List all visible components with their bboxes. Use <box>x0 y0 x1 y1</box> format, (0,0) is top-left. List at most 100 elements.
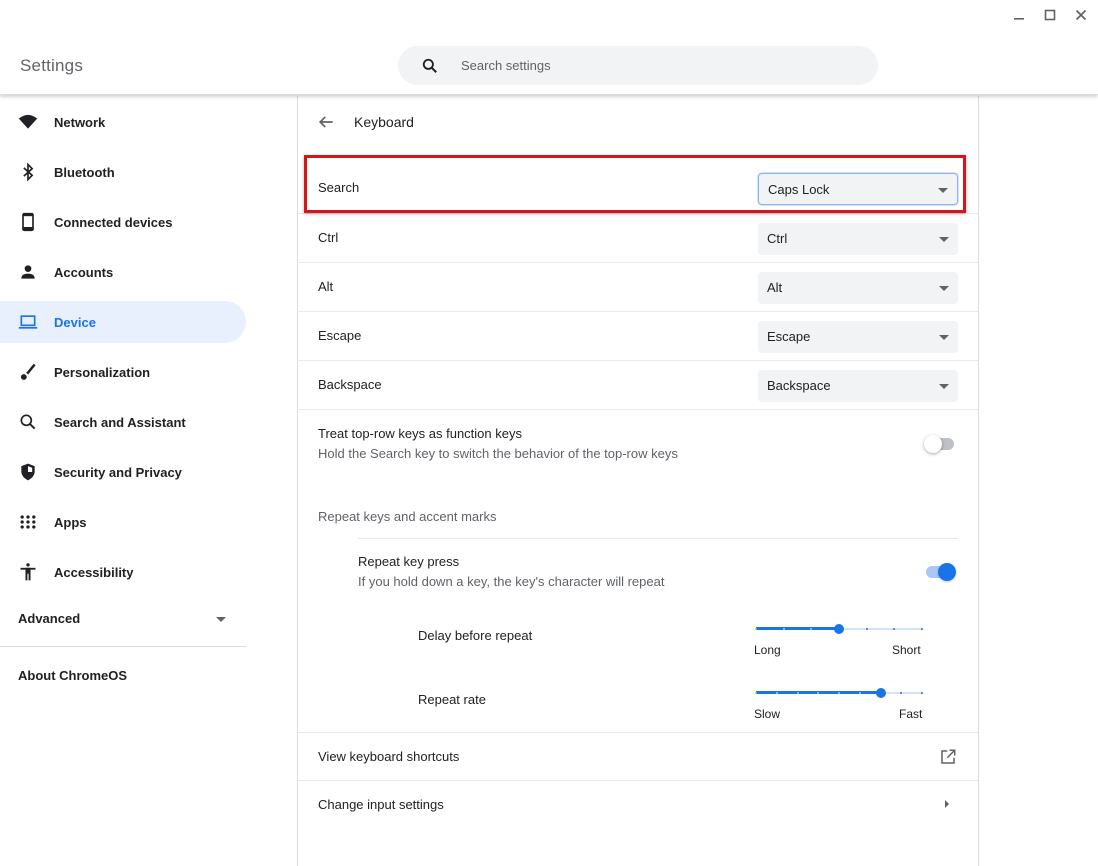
link-label: Change input settings <box>318 797 444 812</box>
sidebar-nav: Network Bluetooth Connected devices Acco… <box>0 96 260 866</box>
sidebar-item-label: Network <box>54 114 106 130</box>
slider-tick <box>838 692 840 694</box>
sidebar-item-label: Accessibility <box>54 564 134 580</box>
key-mapping-row-ctrl: Ctrl Ctrl <box>298 213 978 262</box>
close-button[interactable] <box>1067 4 1095 26</box>
slider-thumb[interactable] <box>875 688 886 698</box>
sidebar-item-accounts[interactable]: Accounts <box>0 251 246 293</box>
key-mapping-row-escape: Escape Escape <box>298 311 978 360</box>
apps-grid-icon <box>20 515 36 529</box>
slider-max-label: Short <box>892 643 921 657</box>
repeat-key-press-toggle[interactable] <box>924 562 956 582</box>
rate-slider-label: Repeat rate <box>418 692 486 707</box>
key-mapping-row-backspace: Backspace Backspace <box>298 360 978 409</box>
sidebar-item-device[interactable]: Device <box>0 301 246 343</box>
sidebar-advanced-toggle[interactable]: Advanced <box>0 601 246 637</box>
dropdown-value: Escape <box>767 329 811 344</box>
toggle-knob <box>938 563 956 581</box>
back-arrow-icon[interactable] <box>316 112 336 132</box>
escape-key-dropdown[interactable]: Escape <box>758 321 958 353</box>
key-mapping-row-search: Search Caps Lock <box>298 164 978 213</box>
slider-min-label: Long <box>754 643 781 657</box>
phone-icon <box>22 212 34 232</box>
maximize-icon <box>1044 9 1056 21</box>
minimize-icon <box>1014 18 1024 20</box>
slider-thumb[interactable] <box>834 624 844 634</box>
shield-icon <box>21 463 35 481</box>
sidebar-item-label: Bluetooth <box>54 164 115 180</box>
chevron-down-icon <box>216 617 226 622</box>
slider-fill <box>756 627 839 630</box>
sidebar-item-accessibility[interactable]: Accessibility <box>0 551 246 593</box>
app-title: Settings <box>20 56 84 75</box>
change-input-settings-link[interactable]: Change input settings <box>298 780 978 828</box>
sidebar-item-label: Personalization <box>54 364 151 380</box>
repeat-rate-slider[interactable] <box>754 686 924 700</box>
keyboard-settings-page: Keyboard Search Caps Lock Ctrl Ctrl Alt … <box>297 96 979 866</box>
key-mapping-label: Search <box>318 180 360 195</box>
ctrl-key-dropdown[interactable]: Ctrl <box>758 223 958 255</box>
slider-tick <box>921 628 923 630</box>
bluetooth-icon <box>23 162 34 182</box>
top-row-function-keys-row: Treat top-row keys as function keys Hold… <box>298 409 978 484</box>
sidebar-item-label: Device <box>54 314 96 330</box>
toggle-knob <box>924 435 942 453</box>
slider-tick <box>858 692 861 694</box>
page-title: Keyboard <box>354 114 414 130</box>
dropdown-arrow-icon <box>939 237 949 242</box>
slider-tick <box>755 692 757 694</box>
sidebar-item-security-and-privacy[interactable]: Security and Privacy <box>0 451 246 493</box>
slider-tick <box>865 628 868 630</box>
top-row-function-keys-toggle[interactable] <box>924 434 956 454</box>
dropdown-arrow-icon <box>938 188 948 193</box>
sidebar-item-bluetooth[interactable]: Bluetooth <box>0 151 246 193</box>
laptop-icon <box>18 315 38 329</box>
sidebar-item-apps[interactable]: Apps <box>0 501 246 543</box>
key-mapping-label: Alt <box>318 279 334 294</box>
sidebar-item-search-and-assistant[interactable]: Search and Assistant <box>0 401 246 443</box>
slider-min-label: Slow <box>754 707 781 721</box>
sidebar-item-label: Apps <box>54 514 87 530</box>
delay-slider-label: Delay before repeat <box>418 628 533 643</box>
view-keyboard-shortcuts-link[interactable]: View keyboard shortcuts <box>298 732 978 780</box>
slider-max-label: Fast <box>899 707 923 721</box>
minimize-button[interactable] <box>1005 4 1033 26</box>
brush-icon <box>20 363 36 380</box>
sidebar-item-personalization[interactable]: Personalization <box>0 351 246 393</box>
dropdown-value: Backspace <box>767 378 831 393</box>
setting-description: If you hold down a key, the key's charac… <box>358 574 665 589</box>
open-in-new-icon <box>941 749 956 764</box>
repeat-key-press-row: Repeat key press If you hold down a key,… <box>338 539 978 599</box>
key-mapping-label: Ctrl <box>318 230 339 245</box>
app-header: Settings <box>0 30 1098 95</box>
sidebar-item-about-chromeos[interactable]: About ChromeOS <box>18 668 127 683</box>
backspace-key-dropdown[interactable]: Backspace <box>758 370 958 402</box>
dropdown-arrow-icon <box>939 384 949 389</box>
section-header: Repeat keys and accent marks <box>318 509 497 524</box>
key-mapping-row-alt: Alt Alt <box>298 262 978 311</box>
wifi-icon <box>18 114 38 129</box>
maximize-button[interactable] <box>1036 4 1064 26</box>
dropdown-value: Alt <box>767 280 783 295</box>
key-mapping-label: Backspace <box>318 377 382 392</box>
close-icon <box>1075 9 1087 21</box>
search-settings-input[interactable] <box>461 46 861 85</box>
slider-tick <box>782 628 785 630</box>
search-icon <box>20 414 36 430</box>
sidebar-item-connected-devices[interactable]: Connected devices <box>0 201 246 243</box>
sidebar-divider <box>0 646 246 647</box>
alt-key-dropdown[interactable]: Alt <box>758 272 958 304</box>
subpage-header: Keyboard <box>298 96 978 148</box>
dropdown-value: Caps Lock <box>768 182 830 197</box>
sidebar-item-network[interactable]: Network <box>0 101 246 143</box>
search-key-dropdown[interactable]: Caps Lock <box>758 173 958 205</box>
setting-title: Repeat key press <box>358 554 460 569</box>
delay-before-repeat-slider[interactable] <box>754 622 924 636</box>
search-settings-box[interactable] <box>398 46 878 85</box>
slider-tick <box>775 692 778 694</box>
window-titlebar <box>0 0 1098 30</box>
dropdown-arrow-icon <box>939 335 949 340</box>
accessibility-icon <box>20 563 36 581</box>
advanced-label: Advanced <box>18 611 81 626</box>
sidebar-item-label: Accounts <box>54 264 114 280</box>
